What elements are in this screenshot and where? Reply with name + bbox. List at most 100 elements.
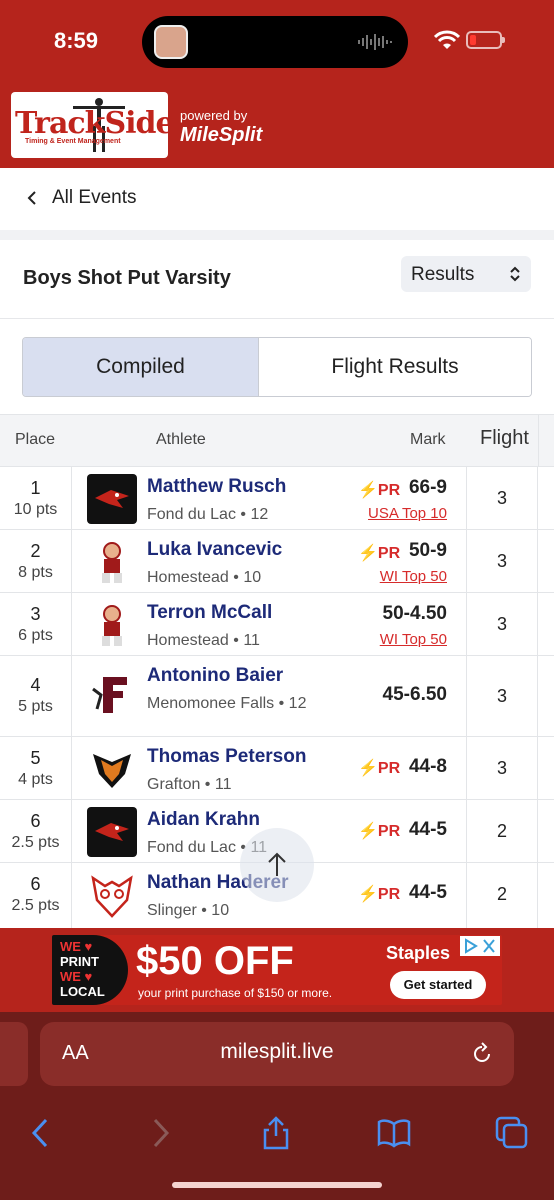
logo-wordmark: TrackSide (15, 106, 168, 141)
main-content: All Events Boys Shot Put Varsity Results… (0, 168, 554, 928)
place: 1 (30, 478, 41, 498)
scroll-to-top-button[interactable] (240, 828, 314, 902)
table-row[interactable]: 3 6 pts Terron McCall Homestead • 11 50-… (0, 592, 554, 655)
ad-badge-line: PRINT (60, 954, 99, 969)
ranking-link[interactable]: WI Top 50 (380, 568, 447, 585)
table-header: Place Athlete Mark Flight (0, 414, 554, 467)
arrow-up-icon (268, 852, 286, 876)
pr-badge: ⚡PR (358, 886, 401, 903)
place-cell: 3 6 pts (0, 593, 72, 655)
address-bar[interactable]: AA milesplit.live (40, 1022, 514, 1086)
battery-icon (466, 31, 505, 49)
place: 3 (30, 604, 41, 624)
back-icon[interactable] (24, 1116, 58, 1150)
place: 6 (30, 811, 41, 831)
athlete-team: Grafton • 11 (147, 776, 232, 793)
view-select[interactable]: Results (401, 256, 531, 292)
chevron-left-icon (27, 191, 36, 205)
chevron-up-down-icon (510, 266, 520, 282)
flight-cell: 2 (466, 863, 538, 928)
ranking-link[interactable]: WI Top 50 (380, 631, 447, 648)
flight-cell: 2 (466, 800, 538, 862)
pr-badge: ⚡PR (358, 823, 401, 840)
previous-tab-preview[interactable] (0, 1022, 28, 1086)
table-row[interactable]: 5 4 pts Thomas Peterson Grafton • 11 ⚡PR… (0, 736, 554, 799)
flight: 2 (496, 884, 507, 904)
flight-cell: 3 (466, 737, 538, 799)
flight-cell: 3 (466, 530, 538, 592)
points: 2.5 pts (11, 834, 60, 851)
points: 6 pts (18, 627, 53, 644)
athlete-name[interactable]: Terron McCall (147, 602, 272, 624)
place-cell: 4 5 pts (0, 656, 72, 736)
table-row[interactable]: 2 8 pts Luka Ivancevic Homestead • 10 ⚡P… (0, 529, 554, 592)
status-bar: 8:59 (0, 0, 554, 88)
ad-badge-line: WE ♥ (60, 939, 93, 954)
fond-du-lac-logo (87, 807, 137, 857)
divider (0, 318, 554, 319)
athlete-name[interactable]: Luka Ivancevic (147, 539, 282, 561)
flight: 2 (496, 821, 507, 841)
athlete-name[interactable]: Antonino Baier (147, 665, 283, 687)
flight-cell: 3 (466, 467, 538, 529)
bookmarks-icon[interactable] (377, 1116, 411, 1150)
ad-badge: WE ♥ PRINT WE ♥ LOCAL (52, 935, 128, 1005)
athlete-name[interactable]: Aidan Krahn (147, 809, 260, 831)
place: 5 (30, 748, 41, 768)
mark: 45-6.50 (382, 684, 447, 705)
ranking-link[interactable]: USA Top 10 (368, 505, 447, 522)
ad-banner[interactable]: WE ♥ PRINT WE ♥ LOCAL $50 OFF your print… (0, 928, 554, 1012)
tab-flight-results[interactable]: Flight Results (258, 338, 531, 396)
adchoices-close-icon[interactable] (460, 936, 500, 956)
flight: 3 (496, 614, 507, 634)
forward-icon[interactable] (143, 1116, 177, 1150)
clock: 8:59 (54, 28, 99, 53)
share-icon[interactable] (259, 1116, 293, 1150)
tabs-icon[interactable] (495, 1116, 529, 1150)
ad-cta-button[interactable]: Get started (390, 971, 486, 999)
points: 5 pts (18, 698, 53, 715)
place-cell: 6 2.5 pts (0, 863, 72, 928)
athlete-team: Menomonee Falls • 12 (147, 695, 307, 712)
mark: 50-9 (408, 540, 447, 561)
flight-cell: 3 (466, 593, 538, 655)
flight: 3 (496, 551, 507, 571)
flight: 3 (496, 758, 507, 778)
points: 4 pts (18, 771, 53, 788)
points: 10 pts (13, 501, 58, 518)
points: 8 pts (18, 564, 53, 581)
points: 2.5 pts (11, 897, 60, 914)
homestead-logo (87, 600, 137, 650)
slinger-logo (87, 870, 137, 920)
table-row[interactable]: 4 5 pts Antonino Baier Menomonee Falls •… (0, 655, 554, 736)
header-place[interactable]: Place (15, 431, 55, 449)
athlete-name[interactable]: Thomas Peterson (147, 746, 306, 768)
athlete-team: Slinger • 10 (147, 902, 230, 919)
reload-icon[interactable] (470, 1042, 494, 1066)
homestead-logo (87, 537, 137, 587)
ad-badge-line: LOCAL (60, 984, 105, 999)
now-playing-thumbnail (154, 25, 188, 59)
wifi-icon (434, 30, 460, 49)
mark: 44-8 (408, 756, 447, 777)
results-tabs: Compiled Flight Results (22, 337, 532, 397)
milesplit-logo[interactable]: MileSplit (180, 124, 262, 147)
home-indicator (172, 1182, 382, 1188)
event-title: Boys Shot Put Varsity (23, 267, 231, 289)
header-flight[interactable]: Flight (480, 427, 529, 450)
trackside-logo[interactable]: TrackSide Timing & Event Management (11, 92, 168, 158)
header-athlete[interactable]: Athlete (156, 431, 206, 449)
back-to-all-events[interactable]: All Events (0, 168, 554, 230)
back-label: All Events (52, 187, 137, 208)
menomonee-falls-logo (87, 669, 137, 719)
tab-compiled[interactable]: Compiled (23, 338, 258, 396)
staples-ad[interactable]: WE ♥ PRINT WE ♥ LOCAL $50 OFF your print… (52, 935, 502, 1005)
ad-headline: $50 OFF (136, 939, 294, 983)
header-mark[interactable]: Mark (410, 431, 446, 449)
ad-badge-line: WE ♥ (60, 969, 93, 984)
flight: 3 (496, 686, 507, 706)
table-row[interactable]: 1 10 pts Matthew Rusch Fond du Lac • 12 … (0, 466, 554, 529)
athlete-name[interactable]: Matthew Rusch (147, 476, 286, 498)
place-cell: 2 8 pts (0, 530, 72, 592)
place-cell: 1 10 pts (0, 467, 72, 529)
